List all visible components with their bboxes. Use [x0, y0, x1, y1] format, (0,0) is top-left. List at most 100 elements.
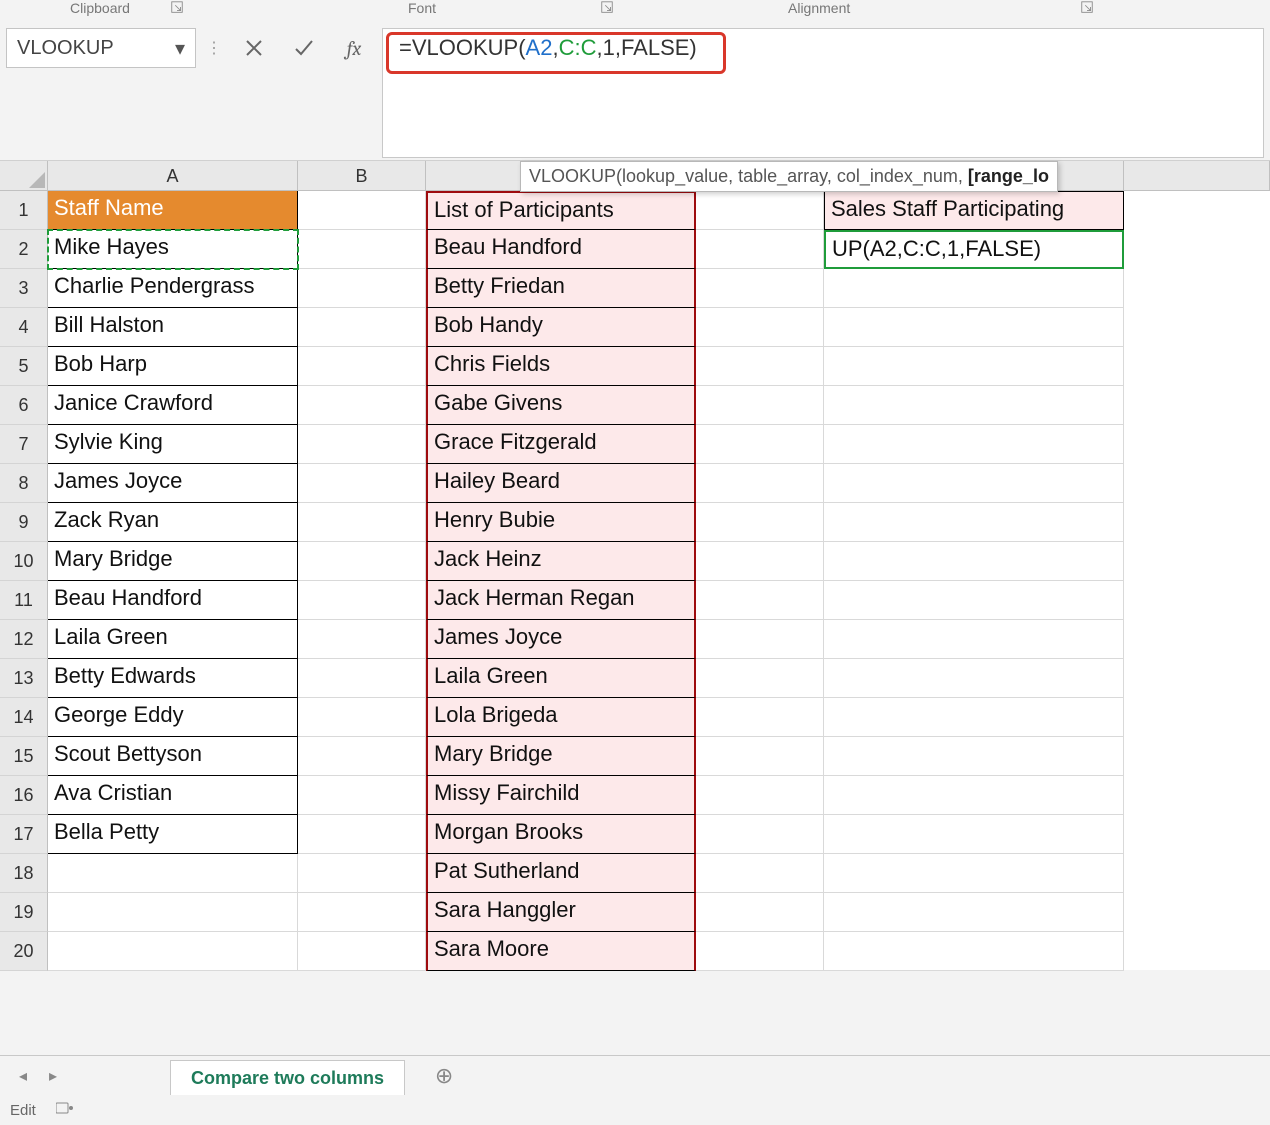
cell-D4[interactable] — [696, 308, 824, 347]
cell-A3[interactable]: Charlie Pendergrass — [48, 269, 298, 308]
cell-D10[interactable] — [696, 542, 824, 581]
row-header-9[interactable]: 9 — [0, 503, 48, 542]
cell-B19[interactable] — [298, 893, 426, 932]
cell-B2[interactable] — [298, 230, 426, 269]
row-header-10[interactable]: 10 — [0, 542, 48, 581]
row-header-8[interactable]: 8 — [0, 464, 48, 503]
cell-A14[interactable]: George Eddy — [48, 698, 298, 737]
row-header-15[interactable]: 15 — [0, 737, 48, 776]
cell-A1[interactable]: Staff Name — [48, 191, 298, 230]
cell-C13[interactable]: Laila Green — [426, 659, 696, 698]
cell-A8[interactable]: James Joyce — [48, 464, 298, 503]
cell-C15[interactable]: Mary Bridge — [426, 737, 696, 776]
cell-D18[interactable] — [696, 854, 824, 893]
dialog-launcher-icon[interactable] — [170, 0, 184, 17]
cell-E16[interactable] — [824, 776, 1124, 815]
formula-input[interactable]: =VLOOKUP(A2,C:C,1,FALSE) — [382, 28, 1264, 158]
cell-C7[interactable]: Grace Fitzgerald — [426, 425, 696, 464]
cell-D8[interactable] — [696, 464, 824, 503]
cell-E5[interactable] — [824, 347, 1124, 386]
cell-C4[interactable]: Bob Handy — [426, 308, 696, 347]
row-headers[interactable]: 1234567891011121314151617181920 — [0, 191, 48, 971]
cell-C2[interactable]: Beau Handford — [426, 230, 696, 269]
cell-D1[interactable] — [696, 191, 824, 230]
cell-B5[interactable] — [298, 347, 426, 386]
cell-A2[interactable]: Mike Hayes — [48, 230, 298, 269]
cell-C8[interactable]: Hailey Beard — [426, 464, 696, 503]
row-header-20[interactable]: 20 — [0, 932, 48, 971]
cell-B14[interactable] — [298, 698, 426, 737]
cell-D14[interactable] — [696, 698, 824, 737]
cell-E19[interactable] — [824, 893, 1124, 932]
cell-A15[interactable]: Scout Bettyson — [48, 737, 298, 776]
row-header-18[interactable]: 18 — [0, 854, 48, 893]
row-header-13[interactable]: 13 — [0, 659, 48, 698]
cell-A13[interactable]: Betty Edwards — [48, 659, 298, 698]
cell-C19[interactable]: Sara Hanggler — [426, 893, 696, 932]
cell-B6[interactable] — [298, 386, 426, 425]
cell-B1[interactable] — [298, 191, 426, 230]
row-header-7[interactable]: 7 — [0, 425, 48, 464]
tab-prev-button[interactable]: ◂ — [10, 1063, 36, 1089]
cell-B16[interactable] — [298, 776, 426, 815]
cell-E10[interactable] — [824, 542, 1124, 581]
cell-C10[interactable]: Jack Heinz — [426, 542, 696, 581]
row-header-6[interactable]: 6 — [0, 386, 48, 425]
row-header-19[interactable]: 19 — [0, 893, 48, 932]
cell-B13[interactable] — [298, 659, 426, 698]
cell-E12[interactable] — [824, 620, 1124, 659]
cell-B12[interactable] — [298, 620, 426, 659]
cell-D12[interactable] — [696, 620, 824, 659]
cell-E6[interactable] — [824, 386, 1124, 425]
cell-B3[interactable] — [298, 269, 426, 308]
cell-A7[interactable]: Sylvie King — [48, 425, 298, 464]
row-header-1[interactable]: 1 — [0, 191, 48, 230]
cell-D11[interactable] — [696, 581, 824, 620]
cell-B11[interactable] — [298, 581, 426, 620]
cell-B9[interactable] — [298, 503, 426, 542]
cell-E9[interactable] — [824, 503, 1124, 542]
cell-E13[interactable] — [824, 659, 1124, 698]
select-all-corner[interactable] — [0, 161, 48, 191]
cell-E17[interactable] — [824, 815, 1124, 854]
cell-E11[interactable] — [824, 581, 1124, 620]
cell-B10[interactable] — [298, 542, 426, 581]
cell-C12[interactable]: James Joyce — [426, 620, 696, 659]
cell-E14[interactable] — [824, 698, 1124, 737]
cell-E7[interactable] — [824, 425, 1124, 464]
row-header-2[interactable]: 2 — [0, 230, 48, 269]
sheet-tab-active[interactable]: Compare two columns — [170, 1060, 405, 1096]
cell-C17[interactable]: Morgan Brooks — [426, 815, 696, 854]
chevron-down-icon[interactable]: ▾ — [175, 36, 185, 61]
row-header-14[interactable]: 14 — [0, 698, 48, 737]
cell-D15[interactable] — [696, 737, 824, 776]
cell-B7[interactable] — [298, 425, 426, 464]
cell-C14[interactable]: Lola Brigeda — [426, 698, 696, 737]
cell-A11[interactable]: Beau Handford — [48, 581, 298, 620]
spreadsheet-grid[interactable]: ABCDE 1234567891011121314151617181920 St… — [0, 160, 1270, 970]
cell-E18[interactable] — [824, 854, 1124, 893]
cell-D19[interactable] — [696, 893, 824, 932]
cell-E1[interactable]: Sales Staff Participating — [824, 191, 1124, 230]
cell-C3[interactable]: Betty Friedan — [426, 269, 696, 308]
cell-C18[interactable]: Pat Sutherland — [426, 854, 696, 893]
cell-B18[interactable] — [298, 854, 426, 893]
cell-A5[interactable]: Bob Harp — [48, 347, 298, 386]
tab-next-button[interactable]: ▸ — [40, 1063, 66, 1089]
cell-D9[interactable] — [696, 503, 824, 542]
cell-E20[interactable] — [824, 932, 1124, 971]
cell-E2[interactable]: UP(A2,C:C,1,FALSE) — [824, 230, 1124, 269]
row-header-16[interactable]: 16 — [0, 776, 48, 815]
cell-A19[interactable] — [48, 893, 298, 932]
cell-D3[interactable] — [696, 269, 824, 308]
cells-area[interactable]: Staff NameMike HayesCharlie PendergrassB… — [48, 191, 1270, 970]
col-header-A[interactable]: A — [48, 161, 298, 191]
row-header-12[interactable]: 12 — [0, 620, 48, 659]
cell-A4[interactable]: Bill Halston — [48, 308, 298, 347]
cell-A18[interactable] — [48, 854, 298, 893]
row-header-5[interactable]: 5 — [0, 347, 48, 386]
row-header-11[interactable]: 11 — [0, 581, 48, 620]
cell-A20[interactable] — [48, 932, 298, 971]
accept-formula-button[interactable] — [282, 28, 326, 68]
cell-C9[interactable]: Henry Bubie — [426, 503, 696, 542]
